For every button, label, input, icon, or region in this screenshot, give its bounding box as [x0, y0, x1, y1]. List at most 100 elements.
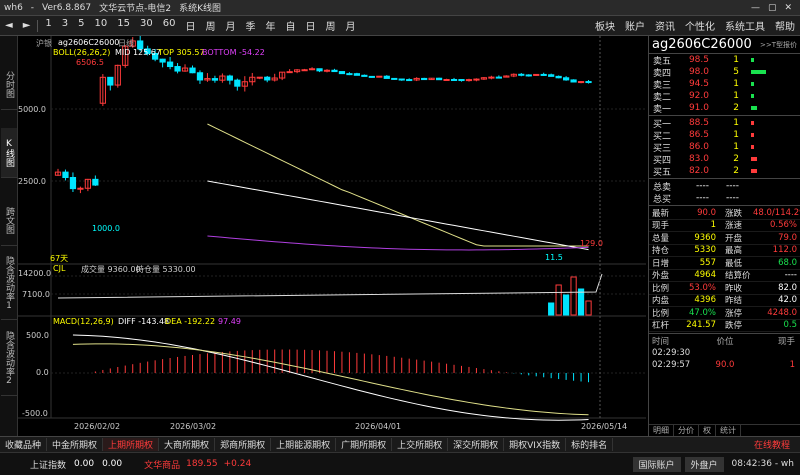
index2-label: 文华商品	[144, 460, 181, 471]
back-arrow-icon[interactable]: ◄	[0, 20, 18, 31]
exchange-tab-6[interactable]: 广期所期权	[336, 438, 393, 451]
instrument-code: ag2606C26000	[58, 38, 120, 47]
exchange-tabs: 收藏品种 中金所期权 上期所期权 大商所期权 郑商所期权 上期能源期权 广期所期权 上交所期权…	[0, 438, 614, 451]
price-annotation-129: 129.0	[580, 239, 603, 248]
quote-panel: ag2606C26000 >>T型报价 卖五 98.5 1 卖四 98.0 5 卖三…	[648, 36, 800, 436]
external-account-button[interactable]: 外盘户	[684, 456, 724, 472]
buy-price[interactable]: 86.0	[673, 142, 709, 152]
quote-label: 总量	[652, 233, 670, 244]
forward-arrow-icon[interactable]: ►	[18, 20, 36, 31]
exchange-tab-10[interactable]: 标的排名	[566, 438, 614, 451]
candle-body	[421, 77, 428, 81]
sell-price[interactable]: 92.0	[673, 91, 709, 101]
maximize-button[interactable]: ▢	[764, 3, 781, 13]
period-button-9[interactable]: 月	[220, 18, 240, 33]
quote-row: 比例 53.0% 昨收 82.0	[649, 282, 800, 295]
period-button-4[interactable]: 15	[112, 18, 135, 33]
buy-price[interactable]: 88.5	[673, 118, 709, 128]
exchange-tab-9[interactable]: 期权VIX指数	[504, 438, 567, 451]
menu-news[interactable]: 资讯	[650, 18, 680, 33]
online-tutorial-link[interactable]: 在线教程	[754, 438, 800, 451]
sell-price[interactable]: 94.5	[673, 79, 709, 89]
ticks-list: 02:29:30 02:29:57 90.0 1	[649, 347, 800, 371]
tab-timeshare[interactable]: 分时图	[1, 60, 17, 110]
period-button-2[interactable]: 5	[73, 18, 89, 33]
exchange-tab-0[interactable]: 收藏品种	[0, 438, 48, 451]
macd-label: MACD(12,26,9)	[53, 317, 114, 326]
candle-body	[368, 75, 375, 78]
menu-personalize[interactable]: 个性化	[680, 18, 720, 33]
period-button-14[interactable]: 周	[320, 18, 340, 33]
exchange-tab-8[interactable]: 深交所期权	[448, 438, 505, 451]
quote-label-2: 涨停	[725, 308, 743, 319]
menu-account[interactable]: 账户	[620, 18, 650, 33]
tab-iv2[interactable]: 隐含波动率2	[1, 322, 17, 396]
buy-price[interactable]: 82.0	[673, 166, 709, 176]
sell-price[interactable]: 91.0	[673, 103, 709, 113]
candle-body	[525, 74, 532, 77]
boll-bottom-line	[207, 235, 589, 251]
candle-body	[555, 75, 562, 79]
exchange-tab-7[interactable]: 上交所期权	[392, 438, 449, 451]
exchange-tab-3[interactable]: 大商所期权	[159, 438, 216, 451]
exchange-tab-5[interactable]: 上期能源期权	[271, 438, 337, 451]
quote-label-2: 跌停	[725, 321, 743, 332]
tab-detail[interactable]: 明细	[649, 425, 674, 436]
buy-price[interactable]: 83.0	[673, 154, 709, 164]
buy-price[interactable]: 86.5	[673, 130, 709, 140]
menu-system-tools[interactable]: 系统工具	[720, 18, 770, 33]
menu-help[interactable]: 帮助	[770, 18, 800, 33]
volume-bar	[577, 288, 585, 316]
close-button[interactable]: ✕	[780, 3, 796, 13]
book-divider	[649, 333, 800, 334]
candle-body	[286, 71, 293, 74]
period-button-1[interactable]: 3	[57, 18, 73, 33]
period-button-6[interactable]: 60	[158, 18, 181, 33]
period-button-0[interactable]: 1	[40, 18, 56, 33]
symbol-code: ag2606C26000	[652, 37, 752, 52]
tab-cross[interactable]: 跨文图	[1, 196, 17, 246]
quote-row: 内盘 4396 昨结 42.0	[649, 295, 800, 307]
quote-value-2: 48.0/114.29%	[753, 207, 800, 218]
period-button-8[interactable]: 周	[200, 18, 220, 33]
candle-body	[562, 77, 570, 81]
sell-orderbook: 卖五 98.5 1 卖四 98.0 5 卖三 94.5 1 卖二 92.0 1 卖一 9…	[649, 54, 800, 115]
period-button-11[interactable]: 年	[260, 18, 280, 33]
candle-body	[69, 177, 77, 190]
tab-rights[interactable]: 权	[699, 425, 716, 436]
sell-price[interactable]: 98.5	[673, 55, 709, 65]
minimize-button[interactable]: —	[747, 3, 764, 13]
tab-price-dist[interactable]: 分价	[674, 425, 699, 436]
quote-value-2: 68.0	[778, 257, 797, 268]
international-account-button[interactable]: 国际账户	[632, 456, 681, 472]
total-sell-a: ----	[696, 181, 709, 191]
tab-iv1[interactable]: 隐含波动率1	[1, 248, 17, 320]
tab-stats[interactable]: 统计	[716, 425, 741, 436]
period-button-3[interactable]: 10	[90, 18, 113, 33]
quote-label: 比例	[652, 308, 670, 319]
server-name: 文华云节点-电信2	[99, 4, 172, 14]
period-button-15[interactable]: 月	[340, 18, 360, 33]
exchange-tab-2[interactable]: 上期所期权	[103, 438, 160, 451]
candle-body	[458, 79, 465, 82]
exchange-tab-4[interactable]: 郑商所期权	[215, 438, 272, 451]
period-button-10[interactable]: 季	[240, 18, 260, 33]
candle-body	[226, 75, 233, 81]
period-button-12[interactable]: 自	[280, 18, 300, 33]
y-label-5000: 5000.0	[18, 105, 46, 114]
menu-sector[interactable]: 板块	[590, 18, 620, 33]
tab-kline[interactable]: K线图	[1, 128, 17, 178]
period-button-5[interactable]: 30	[135, 18, 158, 33]
period-button-13[interactable]: 日	[300, 18, 320, 33]
period-button-7[interactable]: 日	[180, 18, 200, 33]
candle-body	[301, 69, 308, 72]
macd-dea-line	[72, 343, 589, 416]
exchange-tab-1[interactable]: 中金所期权	[47, 438, 104, 451]
quote-value: 5330	[694, 245, 716, 256]
kline-chart-area[interactable]: 沪银 ag2606C26000 日线 BOLL(26,26,2) MID 125…	[18, 36, 646, 436]
sell-price[interactable]: 98.0	[673, 67, 709, 77]
t-quote-link[interactable]: >>T型报价	[760, 40, 800, 50]
sell-row: 卖四 98.0 5	[649, 66, 800, 79]
total-buy-label: 总买	[653, 194, 672, 205]
candle-body	[264, 76, 271, 81]
